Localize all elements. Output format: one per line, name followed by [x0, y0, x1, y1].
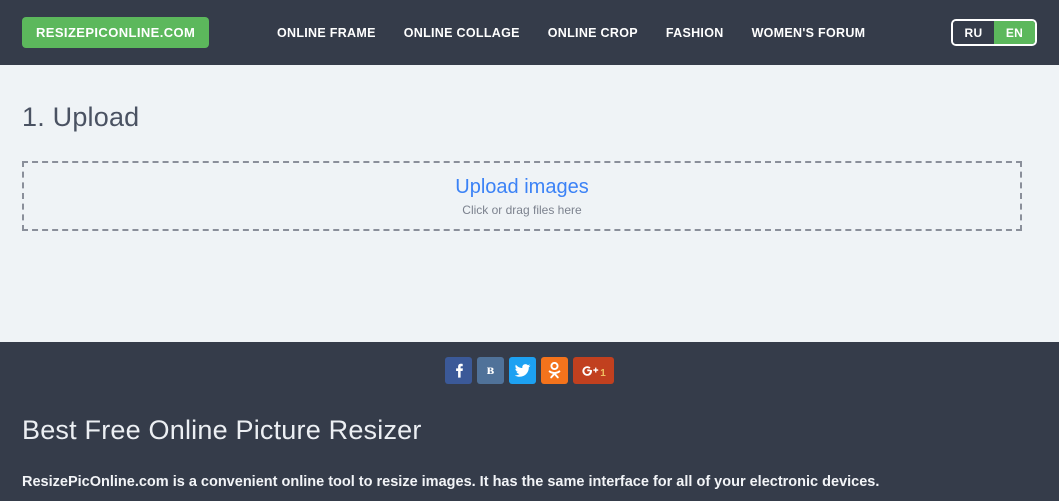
site-header: RESIZEPICONLINE.COM ONLINE FRAME ONLINE …	[0, 0, 1059, 65]
nav-item-online-collage[interactable]: ONLINE COLLAGE	[404, 26, 520, 40]
google-plus-share-button[interactable]: 1	[573, 357, 614, 384]
nav-item-online-frame[interactable]: ONLINE FRAME	[277, 26, 376, 40]
upload-images-label: Upload images	[455, 176, 589, 198]
nav-item-online-crop[interactable]: ONLINE CROP	[548, 26, 638, 40]
language-switcher: RU EN	[951, 19, 1037, 46]
site-footer: в 1 Best Free Online Picture Resizer Res…	[0, 342, 1059, 501]
google-plus-count: 1	[600, 368, 606, 379]
vkontakte-share-button[interactable]: в	[477, 357, 504, 384]
odnoklassniki-icon	[548, 362, 561, 379]
main-navigation: ONLINE FRAME ONLINE COLLAGE ONLINE CROP …	[277, 0, 865, 65]
footer-heading: Best Free Online Picture Resizer	[22, 415, 422, 445]
site-logo[interactable]: RESIZEPICONLINE.COM	[22, 17, 210, 48]
step-title-upload: 1. Upload	[22, 102, 140, 132]
twitter-share-button[interactable]	[509, 357, 536, 384]
vkontakte-icon: в	[486, 362, 495, 378]
language-option-ru[interactable]: RU	[953, 21, 994, 44]
language-option-en[interactable]: EN	[994, 21, 1035, 44]
footer-paragraph: ResizePicOnline.com is a convenient onli…	[22, 474, 880, 490]
facebook-icon	[455, 363, 463, 378]
google-plus-icon	[582, 366, 599, 376]
social-share-bar: в 1	[0, 357, 1059, 384]
twitter-icon	[514, 364, 531, 377]
main-content: 1. Upload Upload images Click or drag fi…	[0, 65, 1059, 342]
odnoklassniki-share-button[interactable]	[541, 357, 568, 384]
upload-dropzone[interactable]: Upload images Click or drag files here	[22, 161, 1022, 231]
nav-item-womens-forum[interactable]: WOMEN'S FORUM	[752, 26, 866, 40]
facebook-share-button[interactable]	[445, 357, 472, 384]
nav-item-fashion[interactable]: FASHION	[666, 26, 724, 40]
upload-hint-label: Click or drag files here	[462, 203, 582, 217]
